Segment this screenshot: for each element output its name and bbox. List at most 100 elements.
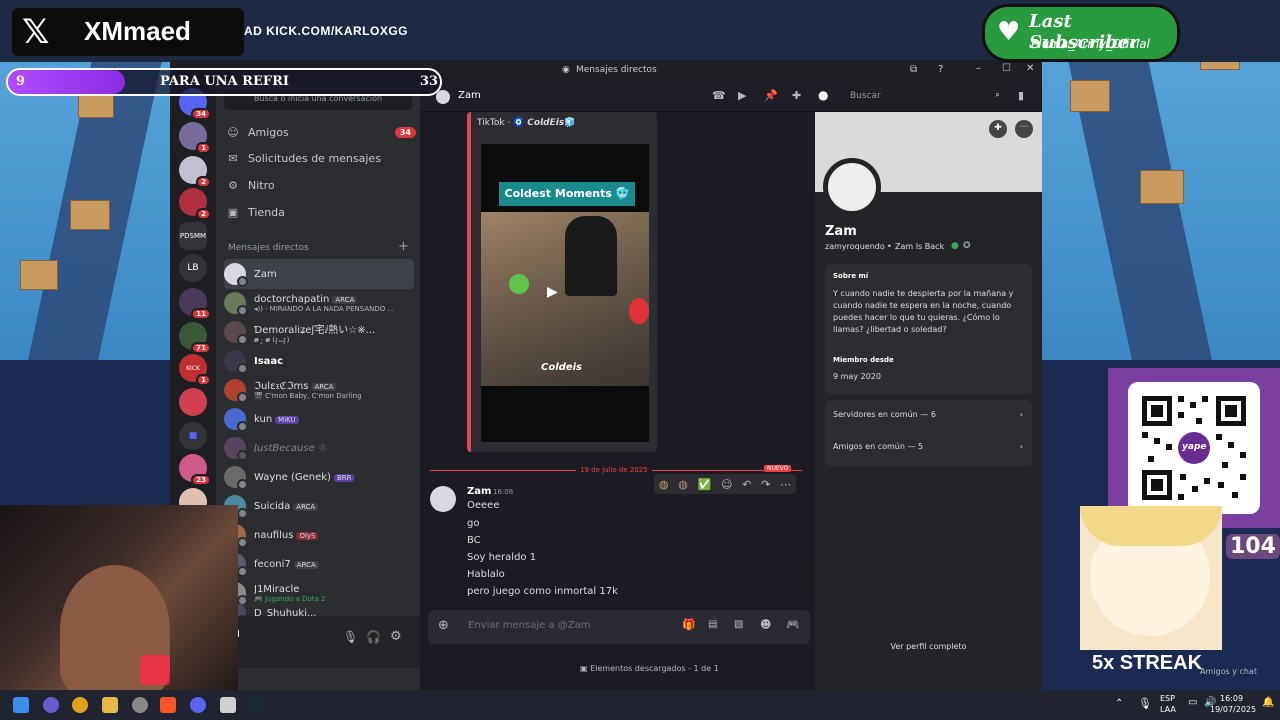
emoji-icon[interactable]: ☻ — [760, 618, 771, 631]
gift-icon[interactable]: 🎁 — [682, 618, 696, 631]
add-attachment-icon[interactable]: ⊕ — [438, 618, 449, 633]
scrollbar[interactable] — [808, 560, 812, 602]
inbox-icon[interactable]: ▮ — [1018, 89, 1024, 102]
clock-date: 19/07/2025 — [1210, 705, 1257, 714]
chrome-icon[interactable] — [72, 697, 88, 713]
add-dm-icon[interactable]: + — [398, 239, 409, 254]
envelope-icon: ✉ — [228, 151, 238, 165]
discord-taskbar-icon[interactable] — [190, 697, 206, 713]
server-icon[interactable]: 23 — [179, 454, 211, 486]
embed-provider[interactable]: TikTok · 🧿 𝘾𝙤𝙡𝙙𝙀𝙞𝙨🧊 — [477, 118, 575, 128]
play-icon[interactable]: ▶ — [547, 284, 558, 300]
network-icon[interactable]: ▭ — [1188, 697, 1197, 708]
nav-message-requests[interactable]: ✉ Solicitudes de mensajes — [226, 146, 416, 170]
server-badge: 11 — [191, 308, 211, 320]
brave-icon[interactable] — [160, 697, 176, 713]
message-input[interactable]: Enviar mensaje a @Zam — [468, 620, 590, 631]
minimize-button[interactable]: – — [976, 63, 981, 74]
server-icon[interactable]: 71 — [179, 322, 211, 354]
folder-icon[interactable]: ■ — [179, 422, 207, 450]
add-friend-icon[interactable]: ✚ — [792, 89, 801, 102]
reaction-icon[interactable]: ◍ — [678, 478, 688, 491]
dm-item[interactable]: Ɗemoraliʑeʃ宅ⅈ熱い☆※... ɞ̴̶̷ ·̫ ɞ̴̶̷ (ɾ̥ᴗɾ̥) — [224, 317, 414, 347]
windows-start-icon[interactable] — [13, 697, 29, 713]
language[interactable]: ESP — [1160, 694, 1175, 703]
microphone-icon[interactable]: 🎙 — [343, 630, 358, 644]
server-icon[interactable]: 11 — [179, 288, 211, 320]
avatar — [224, 292, 248, 316]
profile-name: Zam — [825, 224, 857, 239]
steam-icon[interactable] — [248, 697, 264, 713]
dm-item[interactable]: ℑulε𝔵ℭℑms ARCA 🎬 C'mon Baby, C'mon Darling — [224, 375, 414, 405]
avatar — [224, 263, 248, 287]
view-full-profile-link[interactable]: Ver perfil completo — [815, 642, 1042, 651]
profile-avatar[interactable] — [823, 158, 881, 216]
avatar[interactable] — [430, 486, 456, 512]
server-icon[interactable]: 2 — [179, 188, 211, 220]
add-friend-icon[interactable]: ✚ — [989, 120, 1007, 138]
discord-logo-icon: ◉ — [562, 65, 570, 75]
chevron-up-icon[interactable]: ⌃ — [1115, 698, 1123, 709]
reaction-icon[interactable]: ◍ — [659, 478, 669, 491]
calculator-icon[interactable] — [220, 697, 236, 713]
inbox-icon[interactable]: ⧉ — [910, 64, 917, 75]
nav-shop[interactable]: ▣ Tienda — [226, 200, 416, 224]
apps-icon[interactable]: 🎮 — [786, 618, 800, 631]
mutual-friends[interactable]: Amigos en común — 5 › — [833, 442, 1023, 451]
profile-icon[interactable]: ● — [818, 88, 828, 102]
copilot-icon[interactable] — [43, 697, 59, 713]
nav-friends[interactable]: ☺ Amigos 34 — [226, 120, 416, 144]
server-icon[interactable]: PDSMM — [179, 222, 207, 250]
dm-item[interactable]: Zam — [224, 259, 414, 289]
maximize-button[interactable]: ☐ — [1002, 63, 1011, 74]
video-title: Coldest Moments 🥶 — [499, 182, 635, 206]
reply-icon[interactable]: ↶ — [742, 478, 751, 491]
dm-item[interactable]: naufilus OlyS — [224, 520, 414, 550]
language-layout: LAA — [1160, 705, 1176, 714]
check-reaction-icon[interactable]: ✅ — [698, 478, 712, 491]
discord-window: ◉ Mensajes directos ⧉ ? – ☐ ✕ 34 1 2 2 P… — [170, 60, 1042, 690]
more-icon[interactable]: ⋯ — [780, 478, 791, 491]
file-explorer-icon[interactable] — [102, 697, 118, 713]
dm-item[interactable]: Wayne (Genek) BRR — [224, 462, 414, 492]
server-icon[interactable]: 1 — [179, 122, 211, 154]
server-icon[interactable]: LB — [179, 254, 207, 282]
dm-item[interactable]: Suicida ARCA — [224, 491, 414, 521]
friends-chat-label[interactable]: Amigos y chat — [1200, 667, 1257, 676]
help-icon[interactable]: ? — [938, 64, 943, 75]
dm-item[interactable]: doctorchapatin ARCA ◂)) · MIRANDO A LA NAD… — [224, 288, 414, 318]
avatar — [224, 350, 248, 374]
phone-icon[interactable]: ☎ — [712, 89, 726, 102]
server-icon[interactable]: KICK 1 — [179, 354, 211, 386]
pin-icon[interactable]: 📌 — [764, 89, 778, 102]
add-reaction-icon[interactable]: ☺ — [721, 478, 732, 491]
forward-icon[interactable]: ↷ — [761, 478, 770, 491]
nav-nitro[interactable]: ⚙ Nitro — [226, 173, 416, 197]
person — [565, 216, 617, 296]
mutual-servers[interactable]: Servidores en común — 6 › — [833, 410, 1023, 419]
dm-item[interactable]: Isaac — [224, 346, 414, 376]
about-card: Sobre mí Y cuando nadie te despierta por… — [825, 264, 1032, 394]
dm-item[interactable]: feconi7 ARCA — [224, 549, 414, 579]
microphone-icon[interactable]: 🎙 — [1138, 697, 1152, 710]
server-icon[interactable]: 2 — [179, 156, 211, 188]
embed-video[interactable]: Coldest Moments 🥶 Coldeis ▶ — [481, 144, 649, 442]
video-icon[interactable]: ▶ — [738, 89, 746, 102]
dm-item[interactable]: JustBecause ☃ — [224, 433, 414, 463]
close-button[interactable]: ✕ — [1026, 63, 1034, 74]
gif-icon[interactable]: ▤ — [708, 619, 717, 630]
server-icon[interactable] — [179, 388, 207, 416]
search-input[interactable]: Buscar ⌕ — [844, 87, 1006, 107]
clock-time[interactable]: 16:09 — [1220, 694, 1243, 703]
message-author[interactable]: Zam — [467, 486, 491, 497]
sticker-icon[interactable]: ▧ — [734, 619, 743, 630]
dm-item[interactable]: kun MiKU — [224, 404, 414, 434]
server-badge: 1 — [196, 142, 211, 154]
server-badge: 2 — [196, 176, 211, 188]
x-logo-icon: 𝕏 — [22, 12, 50, 52]
gear-icon[interactable]: ⚙ — [390, 629, 402, 644]
obs-icon[interactable] — [132, 697, 148, 713]
more-icon[interactable]: ⋯ — [1015, 120, 1033, 138]
notification-icon[interactable]: 🔔 — [1262, 697, 1274, 708]
headphones-icon[interactable]: 🎧 — [366, 630, 381, 644]
